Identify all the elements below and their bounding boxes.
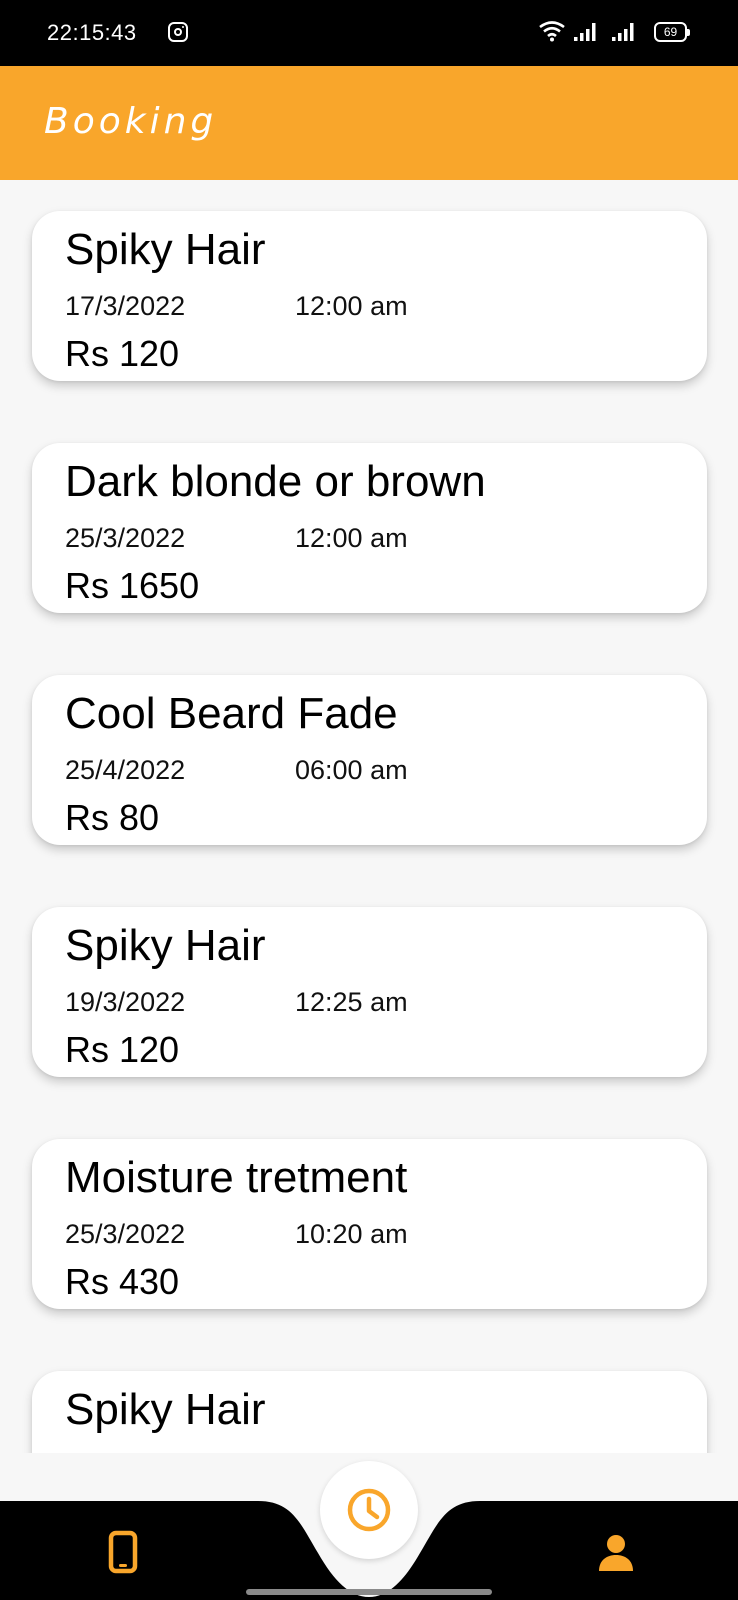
booking-card[interactable]: Moisture tretment 25/3/2022 10:20 am Rs … — [32, 1139, 707, 1309]
clock-icon — [347, 1488, 391, 1532]
booking-price: Rs 120 — [65, 1029, 180, 1070]
booking-time: 10:20 am — [295, 1219, 408, 1249]
booking-price: Rs 430 — [65, 1261, 180, 1302]
battery-icon: 69 — [654, 22, 690, 42]
phone-icon[interactable] — [108, 1530, 138, 1579]
signal-icon-2 — [612, 23, 634, 41]
booking-card[interactable]: Cool Beard Fade 25/4/2022 06:00 am Rs 80 — [32, 675, 707, 845]
booking-price: Rs 80 — [65, 797, 160, 838]
booking-service: Dark blonde or brown — [65, 457, 486, 506]
booking-time: 06:00 am — [295, 755, 408, 785]
wifi-icon — [539, 21, 565, 42]
booking-time: 12:25 am — [295, 987, 408, 1017]
booking-service: Spiky Hair — [65, 1385, 266, 1434]
booking-date: 25/3/2022 — [65, 1219, 186, 1249]
booking-card[interactable]: Spiky Hair — [32, 1371, 707, 1453]
page-title: Booking — [44, 101, 218, 142]
booking-card[interactable]: Dark blonde or brown 25/3/2022 12:00 am … — [32, 443, 707, 613]
booking-card[interactable]: Spiky Hair 17/3/2022 12:00 am Rs 120 — [32, 211, 707, 381]
booking-service: Moisture tretment — [65, 1153, 408, 1202]
app-bar: Booking — [0, 66, 738, 180]
booking-list[interactable]: Spiky Hair 17/3/2022 12:00 am Rs 120 Dar… — [0, 180, 738, 1453]
booking-service: Cool Beard Fade — [65, 689, 398, 738]
person-icon[interactable] — [598, 1534, 634, 1577]
instagram-icon — [168, 22, 188, 42]
status-bar: 22:15:43 69 — [0, 0, 738, 66]
booking-service: Spiky Hair — [65, 225, 266, 274]
history-button[interactable] — [320, 1461, 418, 1559]
booking-date: 25/4/2022 — [65, 755, 186, 785]
booking-date: 17/3/2022 — [65, 291, 186, 321]
status-time: 22:15:43 — [47, 20, 137, 45]
booking-card[interactable]: Spiky Hair 19/3/2022 12:25 am Rs 120 — [32, 907, 707, 1077]
booking-time: 12:00 am — [295, 291, 408, 321]
booking-price: Rs 120 — [65, 333, 180, 374]
signal-icon — [574, 23, 596, 41]
booking-date: 19/3/2022 — [65, 987, 186, 1017]
home-indicator — [246, 1589, 492, 1595]
booking-time: 12:00 am — [295, 523, 408, 553]
booking-service: Spiky Hair — [65, 921, 266, 970]
booking-price: Rs 1650 — [65, 565, 200, 606]
booking-date: 25/3/2022 — [65, 523, 186, 553]
